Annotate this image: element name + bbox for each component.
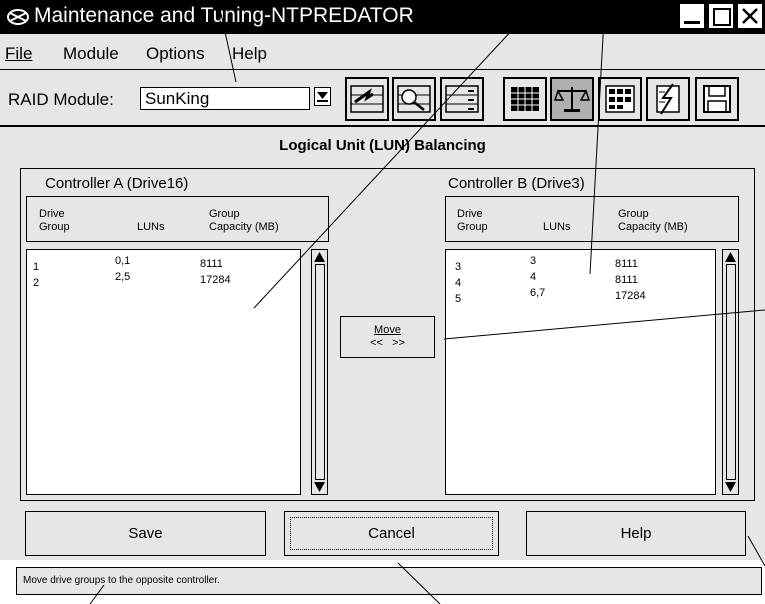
callout-lines — [89, 0, 765, 604]
